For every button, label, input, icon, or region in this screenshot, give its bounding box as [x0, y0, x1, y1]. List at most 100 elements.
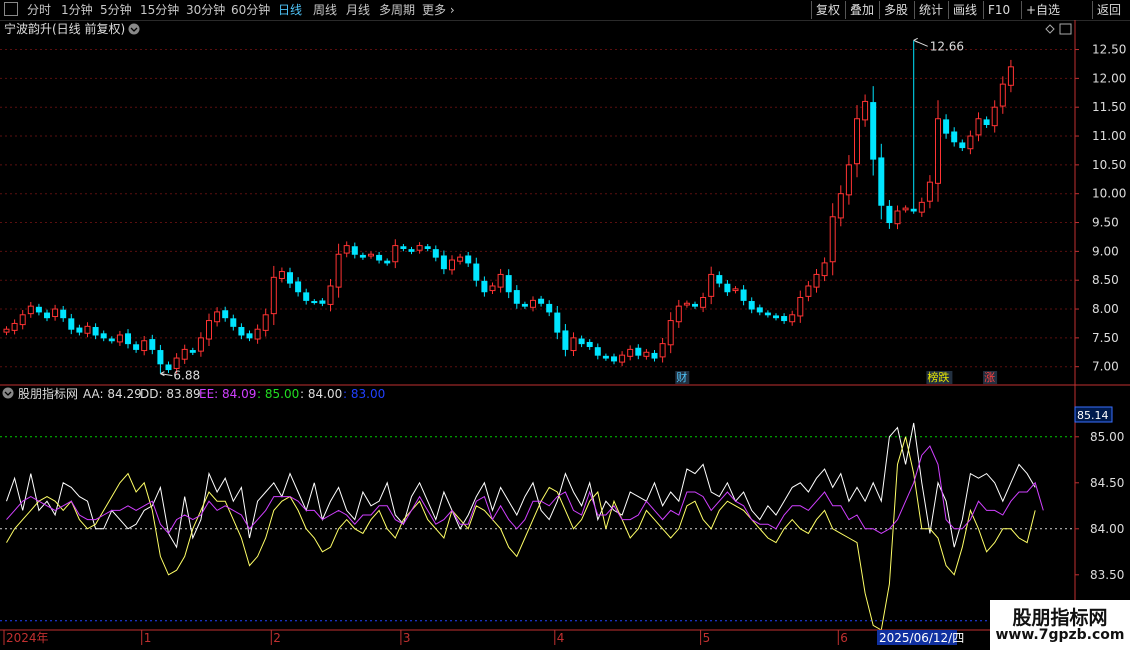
watermark-title: 股朋指标网 [1012, 607, 1108, 629]
candle-body [918, 201, 925, 213]
candle-body [359, 254, 366, 258]
candle-body [627, 348, 634, 357]
candle-body [351, 246, 358, 255]
candle-body [570, 337, 577, 352]
candle-body [683, 302, 690, 306]
candle-body [951, 131, 958, 143]
candle-body [651, 352, 658, 359]
x-tick-label: 6 [840, 631, 848, 645]
period-tab-8[interactable]: 月线 [346, 1, 370, 19]
x-tick-label: 2024年 [6, 631, 49, 645]
stock-title: 宁波韵升(日线 前复权) [4, 21, 125, 36]
candle-body [538, 298, 545, 304]
candle-body [975, 118, 982, 136]
candle-body [546, 303, 553, 313]
candle-body [724, 283, 731, 293]
candle-body [910, 208, 917, 212]
period-tab-4[interactable]: 30分钟 [186, 1, 225, 19]
candle-body [594, 347, 601, 356]
candle-body [278, 271, 285, 279]
candle-body [181, 348, 188, 360]
price-tick-label: 12.50 [1092, 43, 1126, 57]
candle-body [303, 292, 310, 301]
x-tick-label: 5 [703, 631, 711, 645]
candle-body [335, 253, 342, 288]
menu-toggle-icon[interactable] [4, 2, 18, 16]
event-marker: 涨 [984, 371, 995, 384]
candle-body [206, 320, 212, 340]
candle-body [44, 312, 50, 319]
period-tab-6[interactable]: 日线 [278, 1, 302, 19]
candle-body [416, 245, 423, 251]
candle-body [173, 357, 180, 369]
candle-body [505, 275, 512, 293]
candle-body [943, 119, 950, 134]
candle-body [230, 318, 237, 327]
candle-body [440, 255, 447, 270]
candle-body [52, 308, 59, 318]
period-tab-7[interactable]: 周线 [313, 1, 337, 19]
candle-body [813, 273, 820, 288]
candle-body [19, 314, 26, 326]
period-tab-1[interactable]: 1分钟 [61, 1, 93, 19]
candle-body [716, 275, 723, 284]
candle-body [116, 334, 123, 343]
price-tick-label: 10.50 [1092, 158, 1126, 172]
price-tick-label: 8.00 [1092, 302, 1119, 316]
candle-body [449, 259, 455, 271]
more-chevron-icon: › [446, 3, 455, 17]
candle-body [991, 106, 998, 127]
indicator-header-2: DD: 83.89 [140, 387, 201, 401]
candle-body [287, 272, 293, 284]
candle-body [692, 303, 698, 307]
candle-body [878, 157, 885, 206]
indicator-tick-label: 83.50 [1090, 568, 1124, 582]
candle-body [457, 256, 464, 262]
candle-body [27, 305, 34, 315]
candle-body [60, 309, 67, 319]
candle-body [214, 311, 221, 323]
candle-body [602, 355, 609, 359]
high-arrow-icon [913, 37, 928, 47]
candle-body [254, 328, 261, 340]
period-tab-0[interactable]: 分时 [27, 1, 51, 19]
toolbar-button-3[interactable]: 统计 [914, 1, 947, 19]
period-tab-2[interactable]: 5分钟 [100, 1, 132, 19]
candle-body [408, 249, 415, 252]
toolbar-button-2[interactable]: 多股 [879, 1, 912, 19]
candle-body [473, 263, 480, 281]
toolbar-button-4[interactable]: 画线 [948, 1, 981, 19]
candle-body [432, 249, 439, 258]
candle-body [862, 100, 869, 121]
toolbar-button-7[interactable]: 返回 [1092, 1, 1125, 19]
candle-body [489, 285, 496, 292]
candle-body [611, 356, 617, 362]
candle-body [262, 314, 269, 331]
price-tick-label: 7.00 [1092, 360, 1119, 374]
candle-body [319, 300, 326, 304]
event-marker: 财 [676, 370, 687, 384]
x-tick-label: 4 [557, 631, 565, 645]
indicator-header-3: EE: 84.09 [199, 387, 256, 401]
x-tick-label: 2 [273, 631, 281, 645]
period-tab-3[interactable]: 15分钟 [140, 1, 179, 19]
price-tick-label: 12.00 [1092, 71, 1126, 85]
toolbar-button-1[interactable]: 叠加 [845, 1, 878, 19]
toolbar-button-6[interactable]: +自选 [1021, 1, 1064, 19]
period-tab-10[interactable]: 更多 › [422, 1, 455, 19]
candle-body [521, 303, 528, 307]
low-arrow-icon [160, 371, 173, 377]
indicator-header-0: 股朋指标网 [18, 386, 78, 401]
candle-body [481, 280, 488, 293]
candle-body [465, 255, 472, 264]
candle-body [165, 364, 172, 371]
period-tab-9[interactable]: 多周期 [379, 1, 415, 19]
candle-body [157, 350, 164, 365]
toolbar-button-0[interactable]: 复权 [811, 1, 844, 19]
candle-body [554, 312, 561, 333]
toolbar-button-5[interactable]: F10 [983, 1, 1014, 19]
period-tab-5[interactable]: 60分钟 [231, 1, 270, 19]
price-tick-label: 11.50 [1092, 100, 1126, 114]
price-tick-label: 8.50 [1092, 273, 1119, 287]
candle-body [586, 341, 593, 348]
